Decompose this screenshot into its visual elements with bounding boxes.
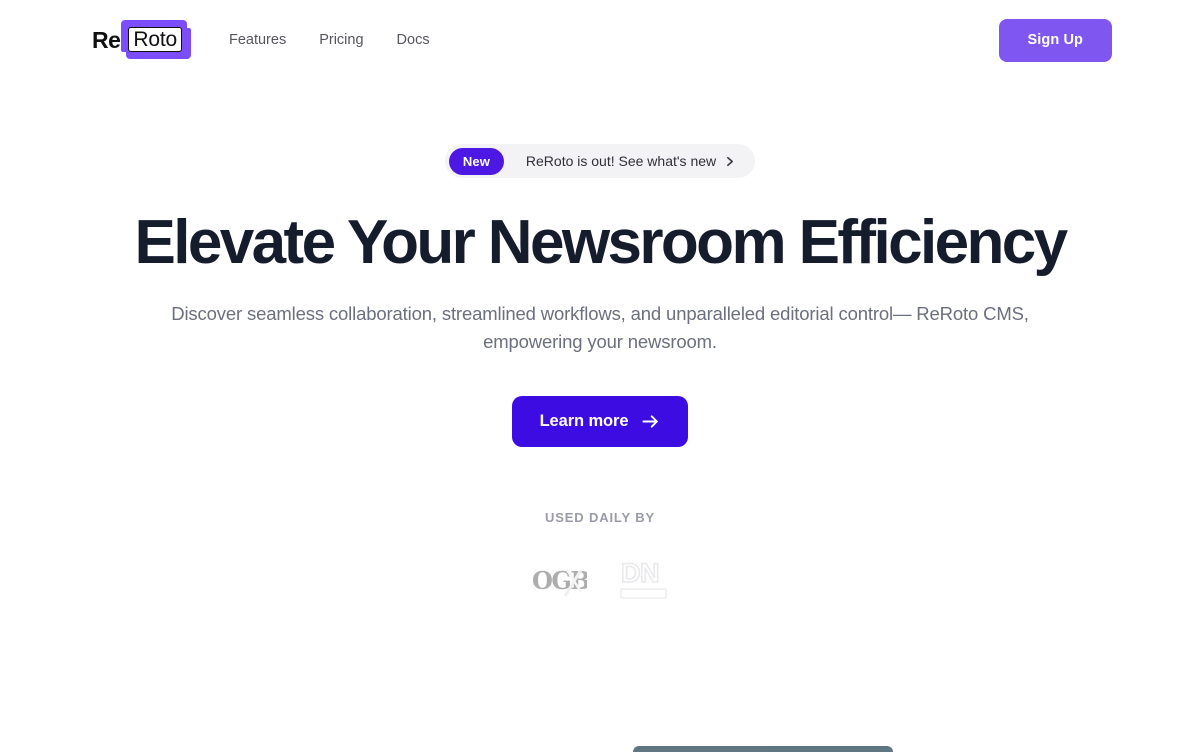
hero-section: New ReRoto is out! See what's new Elevat… <box>0 80 1200 609</box>
product-preview-top-edge <box>633 746 893 752</box>
nav-link-features[interactable]: Features <box>229 32 286 48</box>
ogb-monogram-logo: OGB <box>531 558 591 607</box>
nav-links: Features Pricing Docs <box>229 32 430 48</box>
svg-text:DN: DN <box>621 558 659 588</box>
learn-more-button-label: Learn more <box>539 412 629 430</box>
dn-logo: DN <box>619 556 669 609</box>
announcement-badge[interactable]: New ReRoto is out! See what's new <box>444 144 756 178</box>
learn-more-button[interactable]: Learn more <box>511 396 689 447</box>
brand-logo[interactable]: Re Roto <box>92 19 191 60</box>
social-proof-label: USED DAILY BY <box>544 510 656 525</box>
chevron-right-icon <box>723 155 751 168</box>
sign-up-button[interactable]: Sign Up <box>998 18 1112 62</box>
brand-logo-mark-text: Roto <box>128 26 182 53</box>
brand-logo-prefix: Re <box>92 26 121 53</box>
social-proof-section: USED DAILY BY OGB DN <box>0 510 1200 609</box>
brand-logo-mark: Roto <box>121 19 191 59</box>
hero-subtitle: Discover seamless collaboration, streaml… <box>171 303 1029 352</box>
hero-headline: Elevate Your Newsroom Efficiency <box>134 208 1069 277</box>
announcement-badge-text: ReRoto is out! See what's new <box>525 153 717 169</box>
social-proof-logo-list: OGB DN <box>0 556 1200 609</box>
nav-link-docs[interactable]: Docs <box>397 32 430 48</box>
nav-link-pricing[interactable]: Pricing <box>319 32 363 48</box>
hero-cta-container: Learn more <box>0 396 1200 447</box>
top-navigation-bar: Re Roto Features Pricing Docs Sign Up <box>0 0 1200 80</box>
arrow-right-icon <box>641 412 660 431</box>
announcement-badge-pill: New <box>448 147 504 175</box>
